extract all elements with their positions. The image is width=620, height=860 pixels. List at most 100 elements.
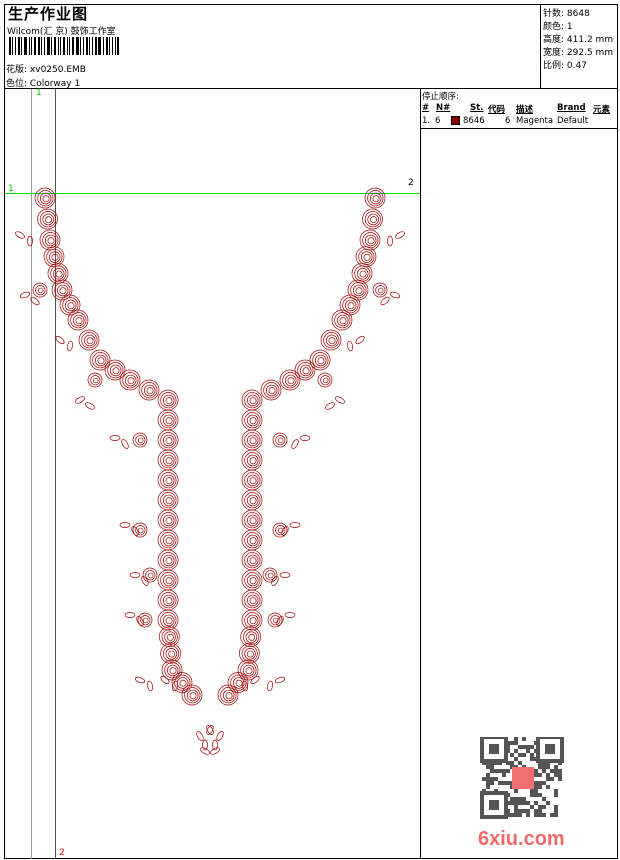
leaf-motif: [134, 676, 146, 684]
leaf-motif: [325, 402, 335, 410]
stitch-count: 针数: 8648: [543, 6, 590, 19]
row-stitches: 8646: [463, 116, 485, 126]
spiral-motif: [227, 672, 249, 693]
leaf-motif: [355, 335, 365, 345]
leaf-motif: [279, 572, 291, 578]
leaf-motif: [119, 522, 131, 528]
row-needle: 6: [435, 116, 441, 126]
spiral-motif: [241, 429, 263, 451]
spiral-motif: [317, 372, 333, 388]
leaf-motif: [380, 296, 390, 306]
spiral-motif: [217, 684, 239, 706]
spiral-motif: [331, 309, 353, 331]
leaf-motif: [55, 335, 65, 345]
spiral-motif: [157, 509, 179, 531]
spiral-motif: [347, 279, 369, 301]
leaf-motif: [395, 231, 405, 239]
spiral-motif: [364, 187, 386, 209]
panel-divider: [420, 88, 421, 859]
spiral-motif: [138, 379, 160, 401]
spiral-motif: [241, 549, 263, 571]
spiral-motif: [132, 522, 148, 538]
spiral-motif: [241, 589, 263, 611]
spiral-motif: [320, 329, 342, 351]
value: 292.5 mm: [566, 48, 614, 58]
leaf-motif: [15, 231, 25, 239]
row-index: 1.: [422, 116, 431, 126]
spiral-motif: [32, 282, 48, 298]
leaf-motif: [160, 675, 170, 685]
embroidery-design: [15, 187, 405, 755]
spiral-motif: [241, 449, 263, 471]
spiral-motif: [309, 349, 331, 371]
spiral-motif: [87, 372, 103, 388]
spiral-motif: [51, 279, 73, 301]
leaf-motif: [109, 435, 121, 441]
spiral-motif: [67, 309, 89, 331]
spiral-motif: [157, 409, 179, 431]
label: 高度:: [543, 35, 565, 45]
row-brand: Default: [557, 116, 589, 126]
leaf-motif: [250, 675, 260, 685]
leaf-motif: [196, 731, 204, 741]
leaf-motif: [147, 680, 153, 692]
spiral-motif: [362, 208, 383, 230]
value: 8648: [566, 9, 590, 19]
spiral-motif: [241, 509, 263, 531]
spiral-motif: [157, 569, 179, 591]
design-scale: 比例: 0.47: [543, 58, 587, 71]
leaf-motif: [284, 612, 296, 618]
spiral-motif: [241, 489, 263, 511]
label: 针数:: [543, 9, 565, 19]
spiral-motif: [157, 549, 179, 571]
leaf-motif: [389, 291, 401, 299]
col-brand: Brand: [557, 103, 586, 113]
col-code: 代码: [488, 105, 506, 115]
spiral-motif: [89, 349, 111, 371]
spiral-motif: [241, 569, 263, 591]
spiral-motif: [262, 567, 278, 583]
qr-code-icon: [480, 737, 564, 819]
leaf-motif: [141, 576, 149, 586]
leaf-motif: [121, 439, 129, 449]
color-count: 颜色: 1: [543, 19, 573, 32]
col-stitches: St.: [470, 103, 484, 113]
spiral-motif: [241, 469, 263, 491]
spiral-motif: [171, 672, 193, 693]
leaf-motif: [30, 296, 40, 306]
spiral-motif: [157, 529, 179, 551]
spiral-motif: [132, 432, 148, 448]
spiral-motif: [372, 282, 388, 298]
spiral-motif: [78, 329, 100, 351]
spiral-motif: [241, 529, 263, 551]
leaf-motif: [19, 291, 31, 299]
value: 411.2 mm: [566, 35, 614, 45]
leaf-motif: [129, 572, 141, 578]
leaf-motif: [274, 676, 286, 684]
row-code: 6: [505, 116, 511, 126]
leaf-motif: [27, 235, 33, 247]
col-description: 描述: [516, 105, 534, 115]
spiral-motif: [241, 409, 263, 431]
spiral-motif: [157, 449, 179, 471]
leaf-motif: [291, 439, 299, 449]
spiral-motif: [260, 379, 282, 401]
spiral-motif: [339, 294, 361, 316]
spiral-motif: [294, 359, 316, 381]
spiral-motif: [157, 429, 179, 451]
leaf-motif: [299, 435, 311, 441]
label: 宽度:: [543, 48, 565, 58]
value: 1: [566, 22, 573, 32]
leaf-motif: [216, 731, 224, 741]
spiral-motif: [119, 369, 141, 391]
value: 0.47: [566, 61, 587, 71]
leaf-motif: [387, 235, 393, 247]
watermark-site: 6xiu.com: [478, 828, 565, 850]
spiral-motif: [241, 389, 263, 411]
col-element: 元素: [593, 105, 611, 115]
spiral-motif: [157, 389, 179, 411]
spiral-motif: [59, 294, 81, 316]
spiral-motif: [104, 359, 126, 381]
table-divider: [420, 128, 618, 129]
spiral-motif: [142, 567, 158, 583]
